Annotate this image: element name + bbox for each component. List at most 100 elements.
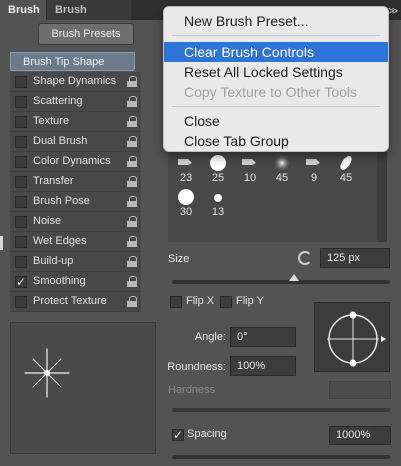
spacing-slider[interactable]	[172, 455, 390, 459]
sidebar-item-shape-dynamics[interactable]: Shape Dynamics	[10, 72, 141, 92]
protect-texture-checkbox[interactable]	[15, 296, 27, 308]
flip-y-checkbox[interactable]	[220, 296, 232, 308]
hardness-slider[interactable]	[172, 408, 390, 412]
sidebar-item-dual-brush[interactable]: Dual Brush	[10, 132, 141, 152]
panel-context-menu: New Brush Preset... Clear Brush Controls…	[163, 6, 389, 152]
lock-icon[interactable]	[127, 256, 137, 267]
sidebar-item-label: Smoothing	[33, 275, 86, 287]
scattering-checkbox[interactable]	[15, 96, 27, 108]
brush-size-label: 10	[243, 172, 257, 184]
menu-item-clear-brush-controls[interactable]: Clear Brush Controls	[164, 42, 388, 62]
sidebar-item-label: Noise	[33, 215, 62, 227]
sidebar-item-label: Shape Dynamics	[33, 75, 117, 87]
build-up-checkbox[interactable]	[15, 256, 27, 268]
flip-x-checkbox[interactable]	[170, 296, 182, 308]
panel-menu-icon[interactable]: ≫	[388, 6, 398, 17]
flip-y-label: Flip Y	[236, 295, 264, 307]
sidebar-item-label: Build-up	[33, 255, 74, 267]
lock-icon[interactable]	[127, 176, 137, 187]
dual-brush-checkbox[interactable]	[15, 136, 27, 148]
lock-icon[interactable]	[127, 116, 137, 127]
brush-tile[interactable]: 45	[332, 152, 360, 186]
sidebar-item-label: Brush Pose	[33, 195, 90, 207]
spacing-input[interactable]: 1000%	[329, 426, 391, 445]
brush-tile[interactable]: 9	[300, 152, 328, 186]
brush-grid-scrollbar[interactable]	[377, 150, 387, 242]
sidebar-item-label: Wet Edges	[33, 235, 87, 247]
wet-edges-checkbox[interactable]	[15, 236, 27, 248]
texture-checkbox[interactable]	[15, 116, 27, 128]
brush-tile[interactable]: 25	[204, 152, 232, 186]
size-slider-thumb[interactable]	[289, 274, 300, 281]
sidebar-item-label: Transfer	[33, 175, 74, 187]
sidebar-item-label: Dual Brush	[33, 135, 88, 147]
noise-checkbox[interactable]	[15, 216, 27, 228]
angle-label: Angle:	[194, 331, 226, 343]
shape-dynamics-checkbox[interactable]	[15, 76, 27, 88]
menu-item-close-tab-group[interactable]: Close Tab Group	[164, 131, 388, 151]
menu-item-copy-texture: Copy Texture to Other Tools	[184, 84, 358, 100]
brush-size-label: 25	[211, 172, 225, 184]
spacing-checkbox[interactable]: ✓	[172, 428, 184, 442]
angle-input[interactable]: 0°	[230, 327, 296, 347]
sidebar-item-protect-texture[interactable]: Protect Texture	[10, 292, 141, 312]
lock-icon[interactable]	[127, 296, 137, 307]
brush-size-label: 30	[179, 206, 193, 218]
sidebar-item-brush-tip-shape[interactable]: Brush Tip Shape	[10, 52, 135, 71]
lock-icon[interactable]	[127, 216, 137, 227]
tab-brush-presets[interactable]: Brush Presets	[47, 0, 131, 36]
sidebar-item-brush-pose[interactable]: Brush Pose	[10, 192, 141, 212]
reset-size-icon[interactable]	[298, 251, 312, 265]
sidebar-item-transfer[interactable]: Transfer	[10, 172, 141, 192]
brush-tile[interactable]: 13	[204, 186, 232, 220]
menu-item-close[interactable]: Close	[164, 111, 388, 131]
tab-brush[interactable]: Brush	[0, 0, 46, 20]
size-slider[interactable]	[172, 274, 390, 284]
lock-icon[interactable]	[127, 136, 137, 147]
lock-icon[interactable]	[127, 156, 137, 167]
angle-roundness-widget[interactable]	[314, 302, 390, 372]
sidebar-item-texture[interactable]: Texture	[10, 112, 141, 132]
brush-tile[interactable]: 10	[236, 152, 264, 186]
sidebar-item-wet-edges[interactable]: Wet Edges	[10, 232, 141, 252]
brush-pose-checkbox[interactable]	[15, 196, 27, 208]
sidebar-item-scattering[interactable]: Scattering	[10, 92, 141, 112]
brush-stroke-preview	[10, 322, 156, 454]
sidebar-item-build-up[interactable]: Build-up	[10, 252, 141, 272]
sparkle-brush-icon	[24, 348, 70, 398]
brush-tile[interactable]: 23	[172, 152, 200, 186]
brush-tile[interactable]: 45	[268, 152, 296, 186]
hardness-input[interactable]	[329, 381, 391, 399]
hardness-label: Hardness	[168, 384, 216, 396]
spacing-label: Spacing	[187, 428, 227, 440]
brush-size-label: 45	[339, 172, 353, 184]
sidebar-item-smoothing[interactable]: ✓ Smoothing	[10, 272, 141, 292]
small-round-brush-icon	[214, 194, 222, 202]
sidebar-item-noise[interactable]: Noise	[10, 212, 141, 232]
tapered-brush-icon	[178, 159, 192, 165]
lock-icon[interactable]	[127, 276, 137, 287]
flip-x-label: Flip X	[186, 295, 215, 307]
brush-size-label: 13	[211, 206, 225, 218]
sidebar-item-label: Scattering	[33, 95, 83, 107]
color-dynamics-checkbox[interactable]	[15, 156, 27, 168]
check-icon: ✓	[16, 275, 27, 289]
brush-size-label: 45	[275, 172, 289, 184]
smoothing-checkbox[interactable]: ✓	[15, 275, 27, 289]
angle-dial-icon	[327, 311, 386, 367]
lock-icon[interactable]	[127, 96, 137, 107]
roundness-input[interactable]: 100%	[230, 356, 296, 376]
menu-item-new-brush-preset[interactable]: New Brush Preset...	[164, 11, 388, 31]
lock-icon[interactable]	[127, 76, 137, 87]
sidebar-item-color-dynamics[interactable]: Color Dynamics	[10, 152, 141, 172]
size-input[interactable]: 125 px	[320, 248, 390, 268]
transfer-checkbox[interactable]	[15, 176, 27, 188]
hard-round-brush-icon	[178, 189, 194, 205]
panel-edge-marker	[0, 236, 3, 250]
lock-icon[interactable]	[127, 196, 137, 207]
brush-tile[interactable]: 30	[172, 186, 200, 220]
menu-item-reset-locked-settings[interactable]: Reset All Locked Settings	[164, 62, 388, 82]
hard-round-brush-icon	[210, 155, 226, 171]
lock-icon[interactable]	[127, 236, 137, 247]
brush-presets-button[interactable]: Brush Presets	[38, 23, 134, 45]
